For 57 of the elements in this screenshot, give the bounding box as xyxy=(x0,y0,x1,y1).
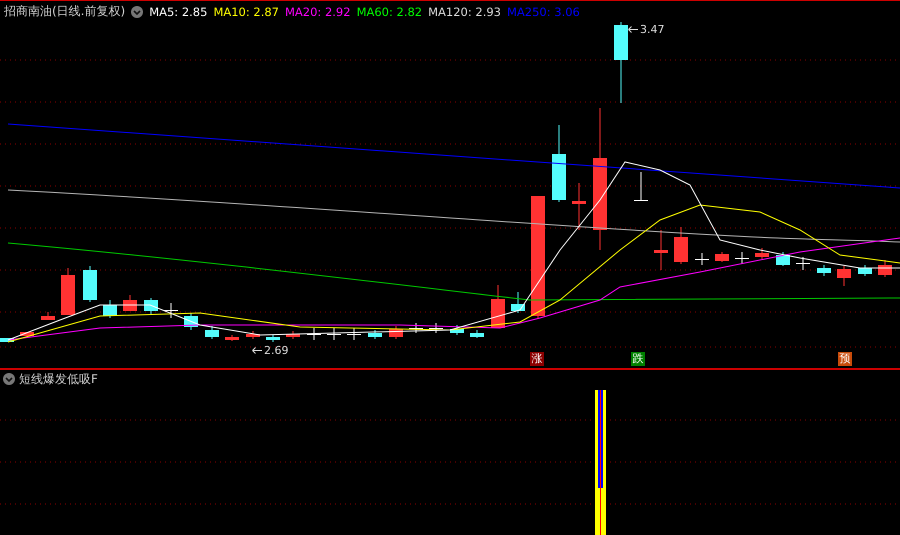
candlestick xyxy=(776,252,790,266)
candlestick xyxy=(429,322,443,334)
moving-average-label: MA5: 2.85 xyxy=(149,4,208,18)
candlestick xyxy=(83,266,97,302)
signal-marker: 涨 xyxy=(530,352,544,366)
candlestick xyxy=(0,338,14,342)
candlestick xyxy=(674,226,688,264)
candlestick xyxy=(144,298,158,314)
candlestick xyxy=(450,324,464,336)
price-label: 2.69 xyxy=(264,344,288,357)
price-label: 3.47 xyxy=(640,23,664,36)
candlestick xyxy=(817,264,831,276)
candlestick xyxy=(491,284,505,328)
candlestick xyxy=(266,334,280,342)
candlestick xyxy=(796,256,810,270)
candlestick xyxy=(103,300,117,318)
candlestick xyxy=(61,268,75,316)
candlestick xyxy=(389,326,403,340)
moving-average-label: MA120: 2.93 xyxy=(428,4,501,18)
candlestick xyxy=(246,330,260,340)
candlestick xyxy=(695,252,709,266)
candlestick xyxy=(654,230,668,270)
dropdown-icon[interactable] xyxy=(3,373,15,385)
candlestick xyxy=(368,330,382,340)
candlestick xyxy=(347,328,361,340)
candlestick xyxy=(123,294,137,312)
moving-average-label: MA20: 2.92 xyxy=(285,4,351,18)
dropdown-icon[interactable] xyxy=(131,6,144,18)
candlestick xyxy=(184,312,198,330)
indicator-title: 短线爆发低吸F xyxy=(19,370,98,388)
candlestick xyxy=(735,252,749,264)
candlestick xyxy=(837,266,851,286)
candlestick xyxy=(470,330,484,338)
signal-marker: 预 xyxy=(838,352,852,366)
arrow-icon xyxy=(252,347,262,354)
candlestick xyxy=(286,330,300,340)
candlestick xyxy=(20,332,34,336)
moving-average-label: MA10: 2.87 xyxy=(213,4,279,18)
moving-average-label: MA250: 3.06 xyxy=(507,4,580,18)
candlestick xyxy=(327,328,341,340)
candlestick xyxy=(572,182,586,230)
candlestick xyxy=(307,328,321,340)
candlestick xyxy=(878,260,892,278)
candlestick xyxy=(409,322,423,334)
candlestick xyxy=(634,172,648,202)
candlestick xyxy=(511,292,525,314)
candlestick xyxy=(41,312,55,320)
candlestick xyxy=(715,252,729,262)
stock-title: 招商南油(日线.前复权) xyxy=(4,3,126,20)
candlestick xyxy=(225,334,239,342)
candlestick xyxy=(205,326,219,340)
candlestick xyxy=(858,264,872,276)
candlestick xyxy=(755,248,769,260)
moving-average-label: MA60: 2.82 xyxy=(356,4,422,18)
arrow-icon xyxy=(628,26,638,33)
signal-marker: 跌 xyxy=(631,352,645,366)
candlestick xyxy=(164,302,178,318)
